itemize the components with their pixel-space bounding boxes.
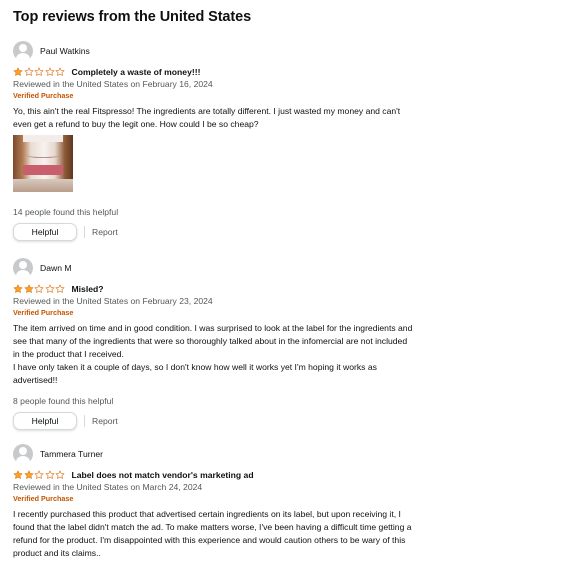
star-rating[interactable]: [13, 470, 66, 480]
review-image-thumbnail[interactable]: [13, 135, 73, 192]
review-date: Reviewed in the United States on Februar…: [13, 296, 213, 306]
review-card: Tammera Turner Label does not match vend…: [13, 443, 558, 560]
star-empty-icon: [55, 470, 65, 479]
reviewer-profile[interactable]: Tammera Turner: [13, 443, 558, 465]
review-text-line: I recently purchased this product that a…: [13, 509, 401, 519]
verified-purchase-badge: Verified Purchase: [13, 308, 74, 317]
reviewer-name: Tammera Turner: [40, 449, 104, 459]
avatar: [13, 444, 33, 464]
section-title: Top reviews from the United States: [13, 9, 252, 25]
report-link[interactable]: Report: [92, 416, 118, 426]
review-title[interactable]: Label does not match vendor's marketing …: [72, 470, 254, 480]
review-actions: Helpful Report: [13, 412, 558, 430]
review-card: Dawn M Misled? Reviewed in the United St…: [13, 257, 558, 430]
star-empty-icon: [45, 284, 54, 293]
star-empty-icon: [55, 67, 65, 76]
star-filled-icon: [24, 284, 33, 293]
star-filled-icon: [13, 67, 23, 76]
reviewer-name: Paul Watkins: [40, 46, 90, 56]
report-link[interactable]: Report: [92, 227, 118, 237]
review-text-line: Yo, this ain't the real Fitspresso! The …: [13, 106, 401, 116]
star-empty-icon: [55, 284, 65, 293]
star-empty-icon: [24, 67, 33, 76]
avatar: [13, 41, 33, 61]
review-date: Reviewed in the United States on March 2…: [13, 482, 203, 492]
star-filled-icon: [24, 470, 33, 479]
review-text-line: found that the label didn't match the ad…: [13, 522, 412, 532]
star-empty-icon: [34, 470, 44, 479]
avatar: [13, 258, 33, 278]
star-rating[interactable]: [13, 67, 66, 77]
star-rating[interactable]: [13, 284, 66, 294]
reviews-page: Top reviews from the United States Paul …: [0, 0, 575, 584]
verified-purchase-badge: Verified Purchase: [13, 91, 74, 100]
review-body: I recently purchased this product that a…: [13, 508, 558, 560]
review-text-line: I have only taken it a couple of days, s…: [13, 362, 377, 372]
review-date: Reviewed in the United States on Februar…: [13, 79, 213, 89]
review-text-line: product and its claims..: [13, 548, 101, 558]
review-text-line: see that many of the ingredients that we…: [13, 336, 408, 346]
reviewer-profile[interactable]: Dawn M: [13, 257, 558, 279]
review-body: Yo, this ain't the real Fitspresso! The …: [13, 105, 558, 131]
divider: [84, 226, 85, 238]
star-empty-icon: [34, 284, 44, 293]
review-text-line: even get a refund to buy the legit one. …: [13, 119, 259, 129]
helpful-count: 8 people found this helpful: [13, 396, 114, 406]
helpful-button[interactable]: Helpful: [13, 412, 77, 430]
reviewer-name: Dawn M: [40, 263, 72, 273]
star-filled-icon: [13, 470, 23, 479]
star-empty-icon: [45, 470, 54, 479]
review-card: Paul Watkins Completely a waste of money…: [13, 40, 558, 241]
star-filled-icon: [13, 284, 23, 293]
review-title[interactable]: Misled?: [72, 284, 104, 294]
helpful-button[interactable]: Helpful: [13, 223, 77, 241]
verified-purchase-badge: Verified Purchase: [13, 494, 74, 503]
review-text-line: advertised!!: [13, 375, 58, 385]
review-text-line: refund for the product. I'm disappointed…: [13, 535, 406, 545]
review-title[interactable]: Completely a waste of money!!!: [72, 67, 201, 77]
divider: [84, 415, 85, 427]
review-body: The item arrived on time and in good con…: [13, 322, 558, 387]
helpful-count: 14 people found this helpful: [13, 207, 119, 217]
reviewer-profile[interactable]: Paul Watkins: [13, 40, 558, 62]
star-empty-icon: [34, 67, 44, 76]
review-text-line: in the product that I received.: [13, 349, 124, 359]
review-actions: Helpful Report: [13, 223, 558, 241]
star-empty-icon: [45, 67, 54, 76]
review-text-line: The item arrived on time and in good con…: [13, 323, 413, 333]
